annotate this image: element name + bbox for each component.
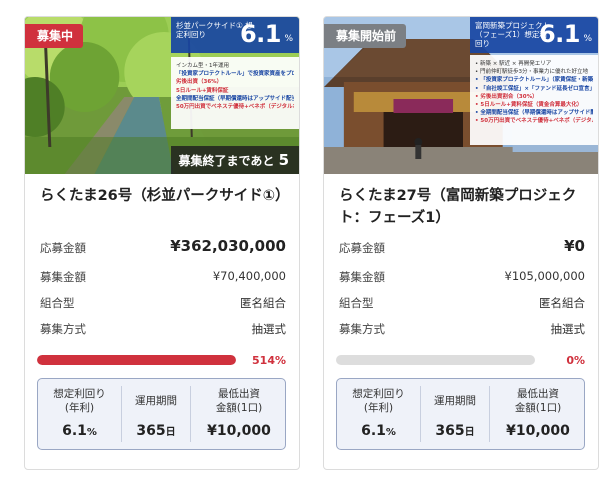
status-badge: 募集中 bbox=[25, 24, 84, 48]
hero-yield-box: 富岡新築プロジェクト（フェーズ1）想定利回り 6.1 % bbox=[470, 17, 598, 53]
stat-label: 最低出資 金額(1口) bbox=[514, 388, 562, 414]
countdown-prefix: 募集終了まであと bbox=[178, 154, 275, 168]
row-value: ¥0 bbox=[564, 237, 585, 255]
key-stats: 想定利回り (年利) 6.1% 運用期間 365日 最低出資 金額(1口) ¥10,… bbox=[37, 378, 286, 450]
stat-value: ¥10,000 bbox=[506, 423, 570, 439]
fund-hero-image[interactable]: 募集中 杉並パークサイド① 想定利回り 6.1 % インカム型・1年運用 「投資… bbox=[25, 17, 299, 174]
row-key: 募集金額 bbox=[339, 270, 385, 284]
stat-yield: 想定利回り (年利) 6.1% bbox=[38, 386, 121, 442]
row-value: 抽選式 bbox=[251, 322, 287, 336]
row-key: 募集方式 bbox=[40, 322, 86, 336]
row-key: 募集金額 bbox=[40, 270, 86, 284]
row-key: 応募金額 bbox=[339, 241, 385, 255]
applied-amount-row: 応募金額 ¥0 bbox=[339, 237, 585, 258]
row-value: ¥70,400,000 bbox=[212, 269, 286, 283]
row-value: 抽選式 bbox=[550, 322, 586, 336]
feature-line: • 門前仲町駅徒歩3分・事業力に優れた好立地 bbox=[475, 69, 588, 76]
row-value: 匿名組合 bbox=[240, 296, 286, 310]
progress-bar bbox=[336, 355, 535, 365]
stat-value: ¥10,000 bbox=[207, 423, 271, 439]
feature-line: 50万円出資でベネステ優待+ベネポ（デジタルポイント） bbox=[176, 104, 294, 111]
progress-fill bbox=[37, 355, 236, 365]
stat-value: 365日 bbox=[435, 423, 475, 439]
progress-bar bbox=[37, 355, 236, 365]
stat-term: 運用期間 365日 bbox=[420, 386, 490, 442]
target-amount-row: 募集金額 ¥70,400,000 bbox=[40, 267, 286, 287]
stat-label: 運用期間 bbox=[135, 395, 177, 407]
countdown-banner: 募集終了まであと 5日 bbox=[171, 146, 299, 174]
method-row: 募集方式 抽選式 bbox=[40, 319, 286, 339]
hero-feature-list: インカム型・1年運用 「投資家プロテクトルール」で投資家資産をプロテクト 劣後出… bbox=[171, 57, 299, 129]
row-value: 匿名組合 bbox=[539, 296, 585, 310]
hero-yield-unit: % bbox=[583, 34, 592, 44]
hero-yield-value: 6.1 bbox=[239, 20, 282, 48]
progress-percent: 0% bbox=[566, 354, 585, 367]
feature-line: • 「自社竣工保証」×「ファンド延長ゼロ宣言」 bbox=[475, 85, 593, 92]
status-badge: 募集開始前 bbox=[324, 24, 407, 48]
feature-line: 「投資家プロテクトルール」で投資家資産をプロテクト bbox=[176, 71, 294, 78]
row-value: ¥362,030,000 bbox=[170, 237, 286, 255]
fund-hero-image[interactable]: 募集開始前 富岡新築プロジェクト（フェーズ1）想定利回り 6.1 % • 新築 … bbox=[324, 17, 598, 174]
feature-line: • 劣後出資割合（30%） bbox=[475, 93, 538, 100]
row-key: 組合型 bbox=[339, 296, 374, 310]
stat-value: 6.1% bbox=[62, 423, 97, 439]
partnership-type-row: 組合型 匿名組合 bbox=[339, 293, 585, 313]
fund-title[interactable]: らくたま26号（杉並パークサイド①） bbox=[40, 185, 290, 207]
feature-line: • 5日ルール+賃料保証（賃金合算最大化） bbox=[475, 102, 583, 109]
stat-label: 最低出資 金額(1口) bbox=[215, 388, 263, 414]
fund-card[interactable]: 募集中 杉並パークサイド① 想定利回り 6.1 % インカム型・1年運用 「投資… bbox=[24, 16, 300, 470]
target-amount-row: 募集金額 ¥105,000,000 bbox=[339, 267, 585, 287]
countdown-value: 5日 bbox=[278, 151, 289, 169]
hero-yield-unit: % bbox=[284, 34, 293, 44]
hero-yield-value: 6.1 bbox=[538, 20, 581, 48]
stat-label: 想定利回り (年利) bbox=[352, 388, 405, 414]
feature-line: インカム型・1年運用 bbox=[176, 63, 229, 69]
row-key: 組合型 bbox=[40, 296, 75, 310]
stat-yield: 想定利回り (年利) 6.1% bbox=[337, 386, 420, 442]
key-stats: 想定利回り (年利) 6.1% 運用期間 365日 最低出資 金額(1口) ¥10,… bbox=[336, 378, 585, 450]
stat-min-investment: 最低出資 金額(1口) ¥10,000 bbox=[490, 386, 586, 442]
row-key: 募集方式 bbox=[339, 322, 385, 336]
feature-line: 全期間配当保証（早期償還時はアップサイド配当） bbox=[176, 95, 294, 102]
stat-label: 想定利回り (年利) bbox=[53, 388, 106, 414]
stat-value: 6.1% bbox=[361, 423, 396, 439]
fund-card[interactable]: 募集開始前 富岡新築プロジェクト（フェーズ1）想定利回り 6.1 % • 新築 … bbox=[323, 16, 599, 470]
applied-amount-row: 応募金額 ¥362,030,000 bbox=[40, 237, 286, 258]
hero-yield-box: 杉並パークサイド① 想定利回り 6.1 % bbox=[171, 17, 299, 53]
partnership-type-row: 組合型 匿名組合 bbox=[40, 293, 286, 313]
hero-feature-list: • 新築 × 駅近 × 再開発エリア • 門前仲町駅徒歩3分・事業力に優れた好立… bbox=[470, 55, 598, 145]
stat-min-investment: 最低出資 金額(1口) ¥10,000 bbox=[191, 386, 287, 442]
stat-value: 365日 bbox=[136, 423, 176, 439]
feature-line: • 新築 × 駅近 × 再開発エリア bbox=[475, 61, 552, 67]
feature-line: • 「投資家プロテクトルール」（家賃保証・新築業者の施主連帯保証付） bbox=[475, 77, 593, 84]
feature-line: 劣後出資（36%） bbox=[176, 79, 223, 86]
stat-term: 運用期間 365日 bbox=[121, 386, 191, 442]
fund-title[interactable]: らくたま27号（富岡新築プロジェクト：フェーズ1） bbox=[339, 185, 586, 229]
stat-label: 運用期間 bbox=[434, 395, 476, 407]
feature-line: • 50万円出資でベネステ優待+ベネポ（デジタルポイント） bbox=[475, 118, 593, 125]
feature-line: 5日ルール+賃料保証 bbox=[176, 87, 229, 94]
method-row: 募集方式 抽選式 bbox=[339, 319, 585, 339]
row-value: ¥105,000,000 bbox=[504, 269, 585, 283]
row-key: 応募金額 bbox=[40, 241, 86, 255]
progress-percent: 514% bbox=[252, 354, 286, 367]
feature-line: • 全期間配当保証（早期償還時はアップサイド配当） bbox=[475, 110, 593, 117]
